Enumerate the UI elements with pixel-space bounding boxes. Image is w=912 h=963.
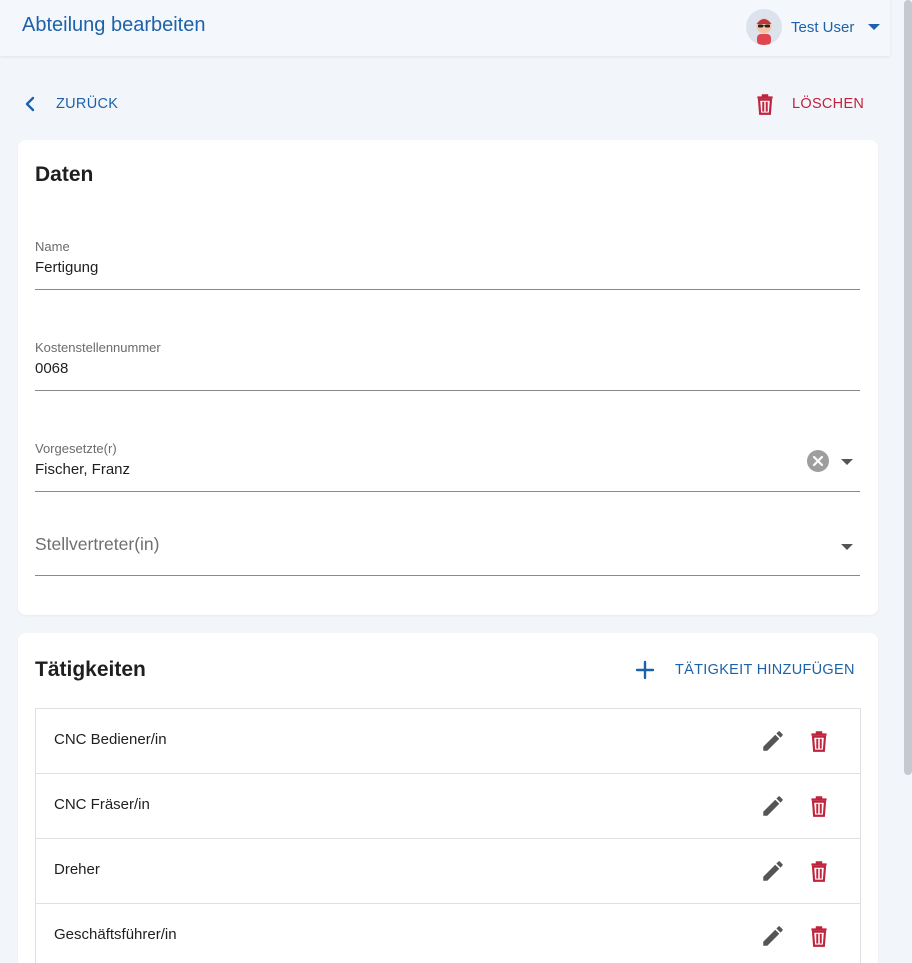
clear-icon[interactable] [807, 450, 829, 472]
list-item[interactable]: CNC Bediener/in [36, 709, 860, 774]
trash-icon[interactable] [806, 923, 832, 949]
task-list: CNC Bediener/in CNC Fräser/in Dreher Ges… [35, 708, 861, 963]
scrollbar[interactable] [904, 0, 912, 775]
delete-button[interactable]: LÖSCHEN [752, 90, 864, 118]
add-task-button[interactable]: TÄTIGKEIT HINZUFÜGEN [633, 657, 855, 683]
chevron-left-icon [25, 96, 35, 112]
list-item[interactable]: Geschäftsführer/in [36, 904, 860, 963]
tasks-card-title: Tätigkeiten [35, 658, 146, 681]
avatar[interactable] [746, 9, 782, 45]
cost-center-field[interactable]: Kostenstellennummer 0068 [35, 337, 860, 391]
user-menu[interactable]: Test User [746, 8, 881, 46]
task-label: CNC Fräser/in [54, 796, 150, 813]
caret-down-icon[interactable] [841, 544, 853, 550]
supervisor-select-value[interactable]: Fischer, Franz [35, 461, 130, 478]
caret-down-icon[interactable] [841, 459, 853, 465]
data-card: Daten Name Fertigung Kostenstellennummer… [18, 140, 878, 615]
supervisor-select-label: Vorgesetzte(r) [35, 441, 117, 456]
tasks-card: Tätigkeiten TÄTIGKEIT HINZUFÜGEN CNC Bed… [18, 633, 878, 963]
trash-icon[interactable] [806, 858, 832, 884]
trash-icon[interactable] [806, 793, 832, 819]
plus-icon [635, 660, 655, 680]
supervisor-select[interactable]: Vorgesetzte(r) Fischer, Franz [35, 438, 860, 492]
delete-button-label: LÖSCHEN [792, 96, 865, 112]
app-bar: Abteilung bearbeiten Test User [0, 0, 890, 56]
name-field-label: Name [35, 239, 70, 254]
back-button-label: ZURÜCK [56, 96, 119, 112]
user-name[interactable]: Test User [791, 19, 854, 36]
task-label: Dreher [54, 861, 100, 878]
data-card-title: Daten [35, 163, 94, 186]
name-field-value[interactable]: Fertigung [35, 259, 98, 276]
cost-center-field-label: Kostenstellennummer [35, 340, 161, 355]
trash-icon[interactable] [806, 728, 832, 754]
deputy-select[interactable]: Stellvertreter(in) [35, 520, 860, 576]
page-title: Abteilung bearbeiten [22, 14, 206, 36]
pencil-icon[interactable] [760, 858, 786, 884]
pencil-icon[interactable] [760, 728, 786, 754]
deputy-select-placeholder[interactable]: Stellvertreter(in) [35, 534, 159, 555]
pencil-icon[interactable] [760, 923, 786, 949]
task-label: CNC Bediener/in [54, 731, 167, 748]
name-field[interactable]: Name Fertigung [35, 236, 860, 290]
trash-icon [757, 94, 773, 115]
caret-down-icon[interactable] [868, 24, 881, 30]
cost-center-field-value[interactable]: 0068 [35, 360, 68, 377]
add-task-button-label: TÄTIGKEIT HINZUFÜGEN [675, 662, 855, 678]
back-button[interactable]: ZURÜCK [20, 90, 118, 118]
list-item[interactable]: Dreher [36, 839, 860, 904]
pencil-icon[interactable] [760, 793, 786, 819]
page: Abteilung bearbeiten Test User ZURÜCK LÖ… [0, 0, 912, 963]
list-item[interactable]: CNC Fräser/in [36, 774, 860, 839]
task-label: Geschäftsführer/in [54, 926, 177, 943]
